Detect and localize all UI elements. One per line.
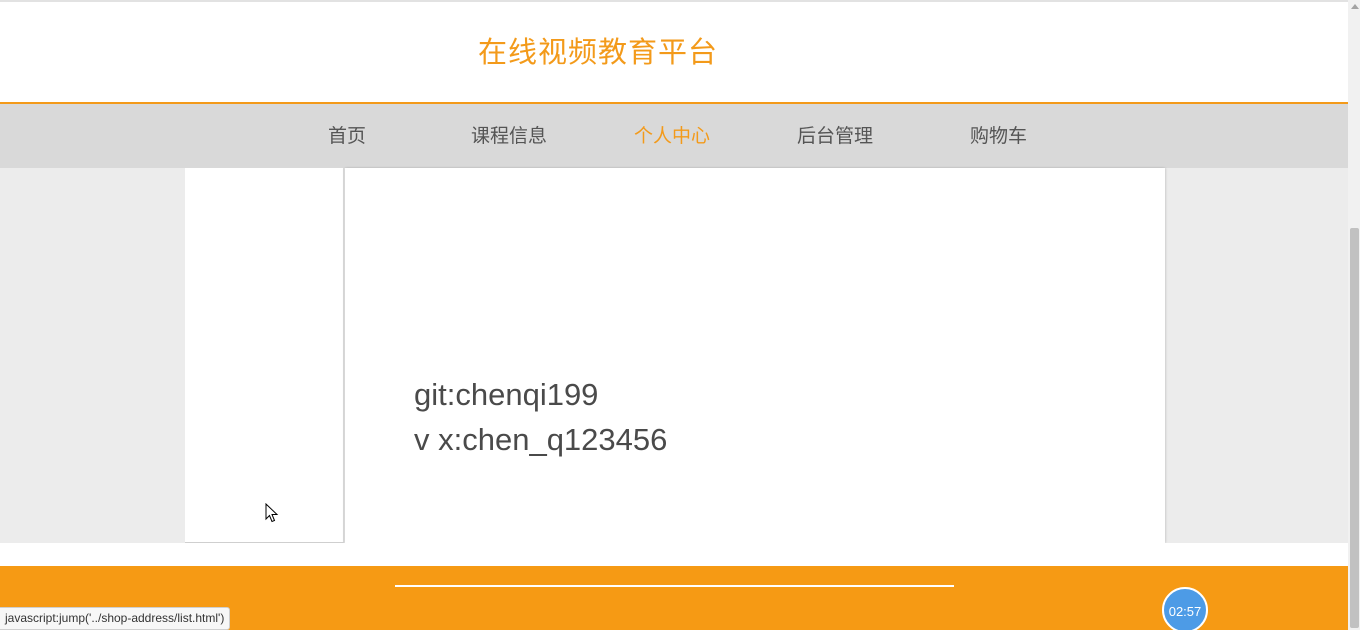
browser-status-bar: javascript:jump('../shop-address/list.ht… bbox=[0, 607, 231, 630]
nav-item-personal-center[interactable]: 个人中心 bbox=[634, 123, 710, 149]
contact-info-text: v x:chen_q123456 bbox=[414, 422, 668, 457]
content-area: git:chenqi199 v x:chen_q123456 bbox=[0, 168, 1348, 543]
timer-badge[interactable]: 02:57 bbox=[1162, 587, 1208, 630]
site-title[interactable]: 在线视频教育平台 bbox=[478, 34, 718, 70]
nav-item-cart[interactable]: 购物车 bbox=[970, 123, 1027, 149]
scroll-up-arrow-icon[interactable] bbox=[1351, 4, 1359, 9]
nav-bar: 首页 课程信息 个人中心 后台管理 购物车 bbox=[0, 102, 1348, 168]
main-panel: git:chenqi199 v x:chen_q123456 bbox=[345, 168, 1165, 543]
nav-item-home[interactable]: 首页 bbox=[328, 123, 366, 149]
footer-divider bbox=[395, 585, 954, 587]
side-menu-panel bbox=[185, 168, 344, 543]
nav-item-admin[interactable]: 后台管理 bbox=[797, 123, 873, 149]
git-info-text: git:chenqi199 bbox=[414, 377, 599, 412]
scrollbar-thumb[interactable] bbox=[1350, 228, 1359, 628]
site-header: 在线视频教育平台 bbox=[0, 2, 1348, 102]
footer-spacer bbox=[0, 543, 1348, 566]
mouse-cursor-icon bbox=[265, 503, 279, 523]
page: 在线视频教育平台 首页 课程信息 个人中心 后台管理 购物车 git:chenq… bbox=[0, 0, 1360, 630]
nav-item-course-info[interactable]: 课程信息 bbox=[471, 123, 547, 149]
